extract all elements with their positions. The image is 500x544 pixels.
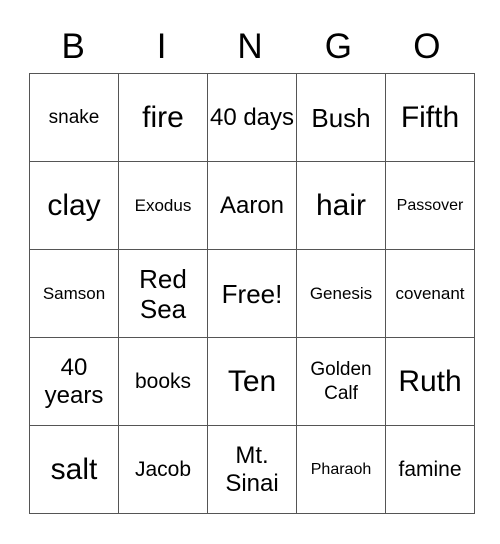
- bingo-cell[interactable]: snake: [29, 73, 119, 162]
- bingo-cell[interactable]: Aaron: [207, 161, 297, 250]
- bingo-row: 40 years books Ten Golden Calf Ruth: [29, 337, 475, 426]
- bingo-card: snake fire 40 days Bush Fifth clay Exodu…: [29, 73, 475, 514]
- bingo-cell[interactable]: clay: [29, 161, 119, 250]
- bingo-cell[interactable]: covenant: [385, 249, 475, 338]
- bingo-cell[interactable]: books: [118, 337, 208, 426]
- bingo-cell[interactable]: Genesis: [296, 249, 386, 338]
- bingo-cell[interactable]: Ten: [207, 337, 297, 426]
- bingo-cell[interactable]: 40 days: [207, 73, 297, 162]
- bingo-cell[interactable]: Exodus: [118, 161, 208, 250]
- bingo-cell[interactable]: Passover: [385, 161, 475, 250]
- bingo-cell[interactable]: Jacob: [118, 425, 208, 514]
- bingo-cell[interactable]: salt: [29, 425, 119, 514]
- bingo-cell[interactable]: 40 years: [29, 337, 119, 426]
- bingo-row: salt Jacob Mt. Sinai Pharaoh famine: [29, 425, 475, 514]
- bingo-row: clay Exodus Aaron hair Passover: [29, 161, 475, 250]
- free-space-cell[interactable]: Free!: [207, 249, 297, 338]
- bingo-cell[interactable]: Ruth: [385, 337, 475, 426]
- bingo-header: B I N G O: [29, 22, 471, 72]
- bingo-row: snake fire 40 days Bush Fifth: [29, 73, 475, 162]
- header-letter-i: I: [156, 27, 167, 66]
- bingo-cell[interactable]: hair: [296, 161, 386, 250]
- header-letter-n: N: [237, 27, 263, 66]
- bingo-cell[interactable]: Red Sea: [118, 249, 208, 338]
- bingo-cell[interactable]: Bush: [296, 73, 386, 162]
- bingo-cell[interactable]: Pharaoh: [296, 425, 386, 514]
- header-letter-o: O: [413, 27, 441, 66]
- bingo-cell[interactable]: Fifth: [385, 73, 475, 162]
- bingo-cell[interactable]: famine: [385, 425, 475, 514]
- bingo-cell[interactable]: Mt. Sinai: [207, 425, 297, 514]
- bingo-cell[interactable]: Samson: [29, 249, 119, 338]
- header-letter-b: B: [61, 27, 85, 66]
- bingo-row: Samson Red Sea Free! Genesis covenant: [29, 249, 475, 338]
- bingo-cell[interactable]: Golden Calf: [296, 337, 386, 426]
- bingo-cell[interactable]: fire: [118, 73, 208, 162]
- header-letter-g: G: [324, 27, 353, 66]
